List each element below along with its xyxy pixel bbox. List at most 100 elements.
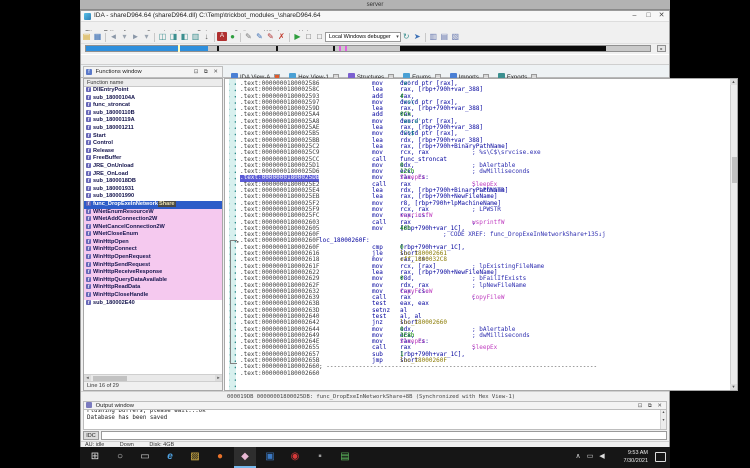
taskbar-clock[interactable]: 9:53 AM 7/30/2021 xyxy=(612,449,648,465)
scrollbar-thumb[interactable] xyxy=(732,157,737,183)
function-list-item[interactable]: fWinHttpQueryDataAvailable xyxy=(84,277,222,285)
function-list-item[interactable]: fRelease xyxy=(84,148,222,156)
ida-titlebar[interactable]: IDA - shareD964.64 (shareD964.dll) C:\Te… xyxy=(81,11,669,22)
debug-pause-icon[interactable]: □ xyxy=(303,31,314,43)
trace-icon[interactable]: ▧ xyxy=(450,31,461,43)
file-explorer-icon[interactable]: ▨ xyxy=(184,447,206,468)
function-list-item[interactable]: fWinHttpReceiveResponse xyxy=(84,269,222,277)
disassembly-view[interactable]: ► .text:0000000180002586movdword ptr [ra… xyxy=(224,78,738,391)
navband-track[interactable] xyxy=(85,45,651,52)
function-name-column-header[interactable]: Function name xyxy=(84,79,222,87)
function-list-item[interactable]: ffunc_stroncat xyxy=(84,102,222,110)
function-list-item[interactable]: fWNetAddConnection2W xyxy=(84,216,222,224)
search-list-icon[interactable]: ▥ xyxy=(190,31,201,43)
function-list-item[interactable]: fWinHttpSendRequest xyxy=(84,262,222,270)
edge-icon[interactable]: e xyxy=(159,447,181,468)
disasm-line[interactable]: .text:0000000180002660 xyxy=(238,371,730,377)
open-file-icon[interactable]: ▤ xyxy=(81,31,92,43)
toolbar-separator xyxy=(289,33,290,42)
function-list-item[interactable]: fsub_18000119A xyxy=(84,117,222,125)
disassembly-vertical-scrollbar[interactable]: ▲ ▼ xyxy=(730,79,737,390)
function-list-item[interactable]: fsub_180001990 xyxy=(84,193,222,201)
output-window-header[interactable]: Output window ⊡ ⧉ ✕ xyxy=(83,401,667,410)
ida-icon[interactable]: ◆ xyxy=(234,447,256,468)
function-list-item[interactable]: fJRE_OnLoad xyxy=(84,171,222,179)
patch-icon[interactable]: ✎ xyxy=(265,31,276,43)
attach-icon[interactable]: ↻ xyxy=(401,31,412,43)
notepad-icon[interactable]: ▤ xyxy=(334,447,356,468)
function-list-item[interactable]: fWinHttpCloseHandle xyxy=(84,292,222,300)
edit-function-icon[interactable]: ✎ xyxy=(254,31,265,43)
edit-comment-icon[interactable]: ✎ xyxy=(243,31,254,43)
function-list-item[interactable]: fWinHttpReadData xyxy=(84,284,222,292)
function-list-item[interactable]: fWinHttpConnect xyxy=(84,246,222,254)
function-list-item[interactable]: fWNetCloseEnum xyxy=(84,231,222,239)
function-list-item[interactable]: fFreeBuffer xyxy=(84,155,222,163)
volume-icon[interactable]: ◀ xyxy=(596,447,608,468)
function-list-item[interactable]: fsub_180001211 xyxy=(84,125,222,133)
disasm-address: .text:0000000180002660 xyxy=(240,371,319,377)
step-icon[interactable]: ➤ xyxy=(412,31,423,43)
watches-icon[interactable]: ▤ xyxy=(439,31,450,43)
display-icon[interactable]: ▭ xyxy=(584,447,596,468)
function-icon: f xyxy=(86,95,91,100)
navband-zoom-button[interactable]: ▸ xyxy=(657,45,666,52)
undefine-icon[interactable]: ✗ xyxy=(276,31,287,43)
rename-icon[interactable]: A xyxy=(217,32,227,41)
task-view-icon[interactable]: ▭ xyxy=(134,447,156,468)
minimize-button[interactable]: – xyxy=(628,11,641,22)
output-command-input[interactable] xyxy=(101,431,667,440)
function-list-item[interactable]: fsub_18000110B xyxy=(84,110,222,118)
function-list-item[interactable]: fsub_1800018DB xyxy=(84,178,222,186)
debugger-selector-dropdown[interactable]: Local Windows debugger xyxy=(325,32,401,42)
search-binary-icon[interactable]: ◧ xyxy=(179,31,190,43)
back-history-icon[interactable]: ▾ xyxy=(119,31,130,43)
search-text-icon[interactable]: ◫ xyxy=(157,31,168,43)
scroll-up-arrow-icon[interactable]: ▲ xyxy=(730,79,737,85)
debug-stop-icon[interactable]: □ xyxy=(314,31,325,43)
output-log[interactable]: Flushing buffers, please wait...okDataba… xyxy=(83,410,667,430)
start-button[interactable]: ⊞ xyxy=(84,447,106,468)
functions-window-header[interactable]: f Functions window ⊡ ⧉ ✕ xyxy=(83,66,223,78)
function-list-item[interactable]: fControl xyxy=(84,140,222,148)
function-list-item[interactable]: fWNetEnumResourceW xyxy=(84,209,222,217)
search-icon[interactable]: ○ xyxy=(109,447,131,468)
colors-icon[interactable]: ● xyxy=(227,31,238,43)
opera-icon[interactable]: ◉ xyxy=(284,447,306,468)
function-list-item[interactable]: fDllEntryPoint xyxy=(84,87,222,95)
close-button[interactable]: ✕ xyxy=(655,11,668,22)
breakpoint-list-icon[interactable]: ▥ xyxy=(428,31,439,43)
output-scrollbar[interactable]: ▲▼ xyxy=(660,410,666,429)
ida-app-icon xyxy=(84,13,91,20)
function-list-item[interactable]: fStart xyxy=(84,133,222,141)
debug-run-icon[interactable]: ▶ xyxy=(292,31,303,43)
function-list-item[interactable]: fWinHttpOpen xyxy=(84,239,222,247)
tray-expand-icon[interactable]: ∧ xyxy=(572,447,584,468)
maximize-button[interactable]: □ xyxy=(642,11,655,22)
navigation-band[interactable]: ▸ xyxy=(81,44,669,54)
save-icon[interactable]: ▦ xyxy=(92,31,103,43)
action-center-icon[interactable] xyxy=(655,452,666,462)
output-window-buttons[interactable]: ⊡ ⧉ ✕ xyxy=(638,402,664,410)
idc-language-button[interactable]: IDC xyxy=(83,431,99,440)
functions-horizontal-scrollbar[interactable]: ◄ ► xyxy=(84,374,222,381)
function-list-item[interactable]: ffunc_DropExeInNetworkShare xyxy=(84,201,222,209)
vm-titlebar[interactable]: server xyxy=(80,0,670,10)
function-list-item[interactable]: fWNetCancelConnection2W xyxy=(84,224,222,232)
navigate-forward-icon[interactable]: ► xyxy=(130,31,141,43)
terminal-icon[interactable]: ▪ xyxy=(309,447,331,468)
function-list-item[interactable]: fWinHttpOpenRequest xyxy=(84,254,222,262)
firefox-icon[interactable]: ● xyxy=(209,447,231,468)
function-list-item[interactable]: fJRE_OnUnload xyxy=(84,163,222,171)
function-icon: f xyxy=(86,171,91,176)
jump-address-icon[interactable]: ↓ xyxy=(201,31,212,43)
function-list-item[interactable]: fsub_180002E40 xyxy=(84,300,222,308)
function-list-item[interactable]: fsub_18000104A xyxy=(84,95,222,103)
functions-window-buttons[interactable]: ⊡ ⧉ ✕ xyxy=(194,67,220,77)
navigate-back-icon[interactable]: ◄ xyxy=(108,31,119,43)
scroll-down-arrow-icon[interactable]: ▼ xyxy=(730,384,737,390)
function-list-item[interactable]: fsub_180001931 xyxy=(84,186,222,194)
search-next-icon[interactable]: ◨ xyxy=(168,31,179,43)
vscode-icon[interactable]: ▣ xyxy=(259,447,281,468)
forward-history-icon[interactable]: ▾ xyxy=(141,31,152,43)
